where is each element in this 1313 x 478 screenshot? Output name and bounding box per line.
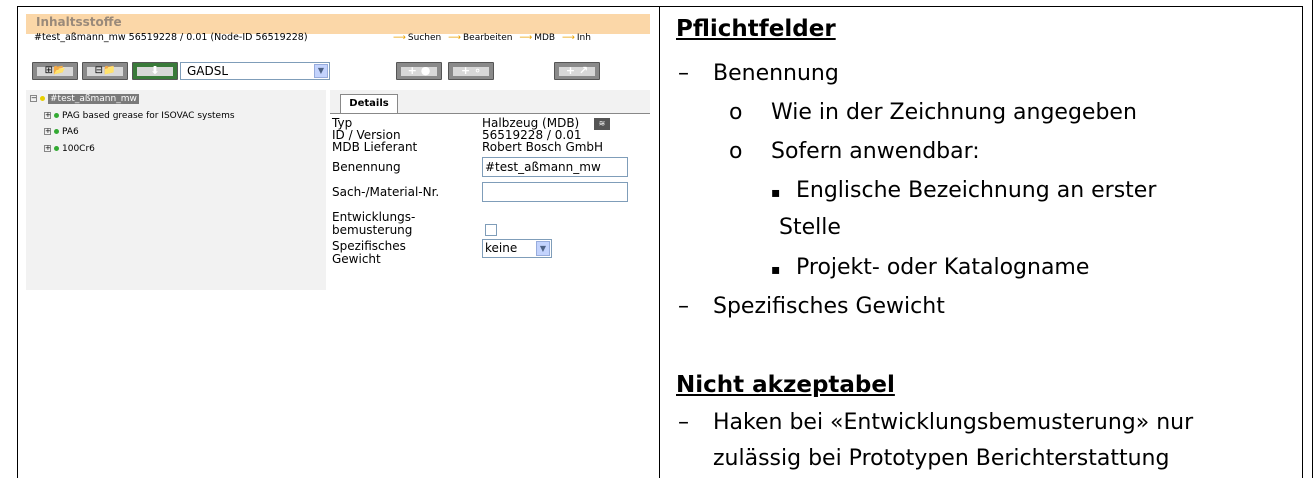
gewicht-label-1: Spezifisches bbox=[332, 239, 406, 253]
lieferant-value: Robert Bosch GmbH bbox=[482, 140, 604, 154]
nicht-heading: Nicht akzeptabel bbox=[676, 372, 895, 398]
action-links: ⟶ Suchen ⟶ Bearbeiten ⟶ MDB ⟶ Inh bbox=[393, 33, 595, 43]
link-inh[interactable]: Inh bbox=[577, 33, 591, 43]
node-info: #test_aßmann_mw 56519228 / 0.01 (Node-ID… bbox=[34, 32, 308, 43]
expand-folder-icon: ⊞📂 bbox=[44, 65, 66, 76]
link-arrow-icon: ⟶ bbox=[393, 33, 406, 43]
dash-bullet: – bbox=[678, 294, 689, 319]
list-select-value: GADSL bbox=[187, 64, 229, 78]
tree-root[interactable]: − #test_aßmann_mw bbox=[30, 94, 139, 104]
benennung-label: Benennung bbox=[332, 160, 401, 174]
expand-box-icon[interactable]: + bbox=[44, 112, 51, 119]
tree-item-label: PA6 bbox=[62, 127, 79, 137]
link-bearbeiten[interactable]: Bearbeiten bbox=[463, 33, 512, 43]
gewicht-select-value: keine bbox=[485, 241, 518, 255]
app-title: Inhaltsstoffe bbox=[36, 15, 122, 29]
square-bullet: ▪ bbox=[771, 185, 781, 201]
green-node-icon bbox=[54, 113, 59, 118]
expand-box-icon[interactable]: + bbox=[44, 128, 51, 135]
add-node-icon: + ∘ bbox=[461, 64, 481, 77]
link-arrow-icon: ⟶ bbox=[561, 33, 575, 43]
item-sofern: Sofern anwendbar: bbox=[771, 139, 980, 164]
item-benennung: Benennung bbox=[713, 61, 839, 86]
details-panel: Typ Halbzeug (MDB) ≋ ID / Version 565192… bbox=[330, 113, 650, 290]
circle-bullet: o bbox=[729, 100, 743, 125]
tree-item[interactable]: + PA6 bbox=[44, 127, 79, 137]
entwicklungsbemusterung-checkbox[interactable] bbox=[485, 224, 497, 236]
app-header: Inhaltsstoffe bbox=[26, 14, 650, 34]
collapse-all-button[interactable]: ⊟📁 bbox=[82, 62, 128, 80]
item-haken-line1: Haken bei «Entwicklungsbemusterung» nur bbox=[713, 410, 1194, 435]
tree-item-label: 100Cr6 bbox=[62, 144, 95, 154]
add-circle-icon: + ● bbox=[407, 64, 431, 77]
entwicklung-label-1: Entwicklungs- bbox=[332, 210, 416, 224]
link-suchen[interactable]: Suchen bbox=[408, 33, 441, 43]
green-node-icon bbox=[54, 129, 59, 134]
collapse-folder-icon: ⊟📁 bbox=[94, 65, 116, 76]
circle-bullet: o bbox=[729, 139, 743, 164]
entwicklung-label-2: bemusterung bbox=[332, 223, 413, 237]
add-green-button[interactable]: + ∘ bbox=[448, 62, 494, 80]
tree-item[interactable]: +100Cr6 bbox=[44, 144, 95, 154]
table-right-border bbox=[1302, 6, 1303, 478]
tree-item[interactable]: + PAG based grease for ISOVAC systems bbox=[44, 111, 235, 121]
tab-details[interactable]: Details bbox=[340, 94, 398, 114]
dash-bullet: – bbox=[678, 410, 689, 435]
gewicht-label-2: Gewicht bbox=[332, 252, 381, 266]
dash-bullet: – bbox=[678, 61, 689, 86]
item-projekt: Projekt- oder Katalogname bbox=[796, 255, 1090, 280]
table-middle-border bbox=[659, 6, 660, 478]
material-tree: − #test_aßmann_mw + PAG based grease for I… bbox=[26, 90, 326, 290]
link-mdb[interactable]: MDB bbox=[534, 33, 555, 43]
add-arrow-icon: + ↗ bbox=[565, 64, 589, 77]
gewicht-select[interactable]: keine ▼ bbox=[482, 239, 552, 258]
notes-panel: Pflichtfelder – Benennung o Wie in der Z… bbox=[676, 0, 1302, 478]
tree-item-label: PAG based grease for ISOVAC systems bbox=[62, 111, 235, 121]
add-yellow-button[interactable]: + ● bbox=[396, 62, 442, 80]
details-pane: Details Typ Halbzeug (MDB) ≋ ID / Versio… bbox=[330, 90, 650, 290]
square-bullet: ▪ bbox=[771, 262, 781, 278]
item-wie-zeichnung: Wie in der Zeichnung angegeben bbox=[771, 100, 1137, 125]
download-arrow-icon: ⬇ bbox=[150, 64, 160, 77]
collapse-box-icon[interactable]: − bbox=[30, 95, 37, 102]
item-spez-gewicht: Spezifisches Gewicht bbox=[713, 294, 945, 319]
list-select[interactable]: GADSL ▼ bbox=[180, 62, 330, 80]
benennung-input[interactable]: #test_aßmann_mw bbox=[482, 157, 628, 177]
sachnr-label: Sach-/Material-Nr. bbox=[332, 185, 440, 199]
chevron-down-icon: ▼ bbox=[536, 241, 550, 256]
lieferant-label: MDB Lieferant bbox=[332, 140, 418, 154]
item-englische-line2: Stelle bbox=[779, 215, 841, 240]
expand-all-button[interactable]: ⊞📂 bbox=[32, 62, 78, 80]
link-arrow-icon: ⟶ bbox=[448, 33, 461, 43]
sachnr-input[interactable] bbox=[482, 182, 628, 202]
green-node-icon bbox=[54, 146, 59, 151]
yellow-node-icon bbox=[40, 96, 45, 101]
link-arrow-icon: ⟶ bbox=[519, 33, 533, 43]
pflicht-heading: Pflichtfelder bbox=[676, 16, 836, 42]
filter-button[interactable]: ⬇ bbox=[132, 62, 178, 80]
expand-box-icon[interactable]: + bbox=[44, 145, 51, 152]
item-englische-line1: Englische Bezeichnung an erster bbox=[796, 178, 1157, 203]
tree-root-label: #test_aßmann_mw bbox=[48, 94, 139, 104]
app-screenshot: Inhaltsstoffe #test_aßmann_mw 56519228 /… bbox=[26, 14, 650, 290]
table-left-border bbox=[17, 6, 18, 478]
chevron-down-icon: ▼ bbox=[314, 64, 328, 78]
type-menu-icon[interactable]: ≋ bbox=[594, 118, 610, 130]
add-link-button[interactable]: + ↗ bbox=[554, 62, 600, 80]
item-haken-line2: zulässig bei Prototypen Berichterstattun… bbox=[713, 446, 1170, 471]
